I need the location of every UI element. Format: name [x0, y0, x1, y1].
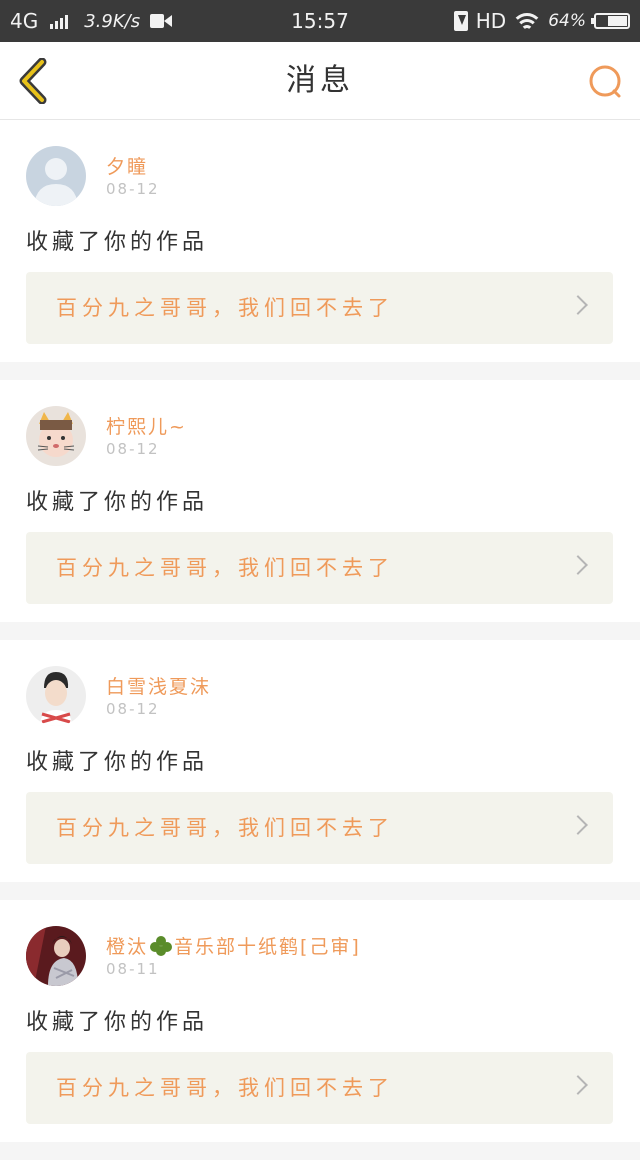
page-title: 消息: [286, 63, 354, 98]
hd-label: HD: [475, 9, 507, 33]
message-card: 夕瞳 08-12 收藏了你的作品 百分九之哥哥，我们回不去了: [0, 120, 640, 362]
header: 消息: [0, 42, 640, 120]
message-date: 08-12: [106, 700, 160, 718]
work-link[interactable]: 百分九之哥哥，我们回不去了: [26, 792, 613, 864]
status-left: 4G 3.9K/s: [10, 0, 173, 42]
signal-icon: [50, 13, 69, 29]
user-name[interactable]: 柠熙儿~: [106, 412, 187, 439]
action-text: 收藏了你的作品: [26, 230, 209, 255]
photo-avatar-icon: [26, 666, 86, 726]
network-speed: 3.9K/s: [84, 10, 141, 32]
chevron-right-icon: [568, 815, 588, 835]
chevron-right-icon: [568, 1075, 588, 1095]
user-name[interactable]: 白雪浅夏沫: [106, 672, 211, 699]
network-type: 4G: [10, 9, 39, 33]
search-button[interactable]: [586, 62, 626, 102]
avatar[interactable]: [26, 146, 86, 206]
charging-icon: [453, 11, 468, 31]
user-name-prefix: 橙汰: [106, 936, 149, 958]
chevron-left-icon: [19, 57, 47, 105]
chevron-right-icon: [568, 295, 588, 315]
work-title: 百分九之哥哥，我们回不去了: [56, 296, 394, 320]
video-icon: [150, 13, 173, 29]
action-text: 收藏了你的作品: [26, 1010, 209, 1035]
user-name-suffix: 音乐部十纸鹤[己审]: [174, 936, 361, 958]
status-bar: 4G 3.9K/s 15:57 HD 64%: [0, 0, 640, 42]
message-card: 白雪浅夏沫 08-12 收藏了你的作品 百分九之哥哥，我们回不去了: [0, 640, 640, 882]
work-link[interactable]: 百分九之哥哥，我们回不去了: [26, 272, 613, 344]
message-card: 柠熙儿~ 08-12 收藏了你的作品 百分九之哥哥，我们回不去了: [0, 380, 640, 622]
user-name[interactable]: 夕瞳: [106, 152, 148, 179]
message-date: 08-12: [106, 180, 160, 198]
chevron-right-icon: [568, 555, 588, 575]
action-text: 收藏了你的作品: [26, 490, 209, 515]
message-date: 08-12: [106, 440, 160, 458]
work-title: 百分九之哥哥，我们回不去了: [56, 556, 394, 580]
avatar[interactable]: [26, 406, 86, 466]
search-icon: [589, 65, 621, 98]
work-title: 百分九之哥哥，我们回不去了: [56, 816, 394, 840]
avatar[interactable]: [26, 926, 86, 986]
back-button[interactable]: [14, 57, 54, 105]
message-list: 夕瞳 08-12 收藏了你的作品 百分九之哥哥，我们回不去了 柠熙儿~ 08-1…: [0, 120, 640, 1160]
photo-avatar-icon: [26, 406, 86, 466]
photo-avatar-icon: [26, 926, 86, 986]
avatar[interactable]: [26, 666, 86, 726]
wifi-icon: [514, 11, 541, 31]
work-link[interactable]: 百分九之哥哥，我们回不去了: [26, 532, 613, 604]
work-title: 百分九之哥哥，我们回不去了: [56, 1076, 394, 1100]
message-date: 08-11: [106, 960, 160, 978]
default-avatar-icon: [26, 146, 86, 206]
battery-percent: 64%: [548, 11, 586, 31]
user-name[interactable]: 橙汰 音乐部十纸鹤[己审]: [106, 932, 361, 959]
battery-icon: [591, 13, 630, 29]
work-link[interactable]: 百分九之哥哥，我们回不去了: [26, 1052, 613, 1124]
clover-icon: [150, 936, 173, 956]
message-card: 橙汰 音乐部十纸鹤[己审] 08-11 收藏了你的作品 百分九之哥哥，我们回不去了: [0, 900, 640, 1142]
status-right: HD 64%: [453, 0, 630, 42]
action-text: 收藏了你的作品: [26, 750, 209, 775]
